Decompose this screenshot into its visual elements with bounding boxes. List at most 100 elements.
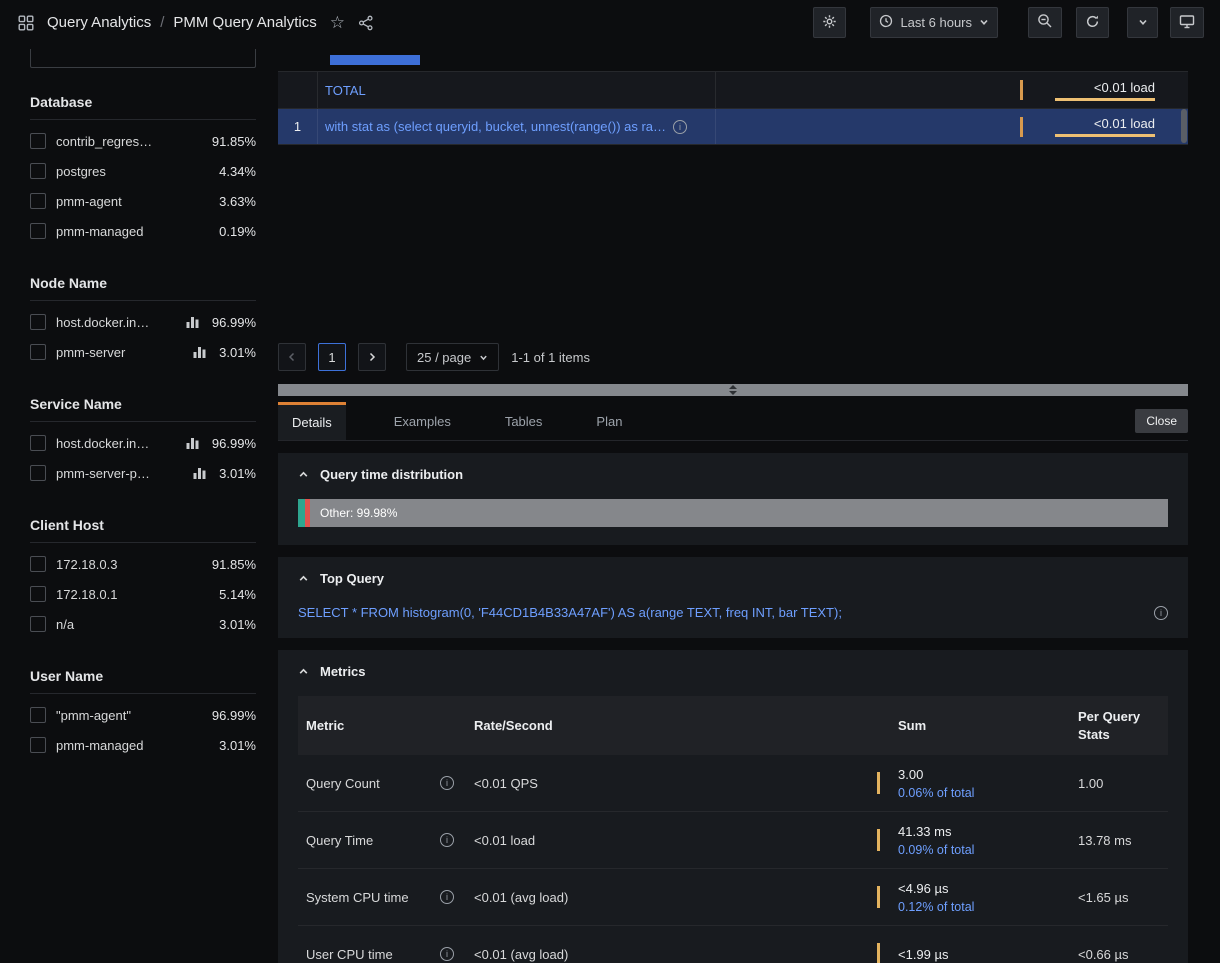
share-icon[interactable]	[358, 15, 374, 31]
table-row-selected[interactable]: 1 with stat as (select queryid, bucket, …	[278, 109, 1188, 145]
bar-chart-icon[interactable]	[186, 316, 199, 328]
pane-resize-splitter[interactable]	[278, 384, 1188, 396]
info-icon[interactable]: i	[440, 890, 454, 904]
total-label[interactable]: TOTAL	[325, 83, 366, 98]
filter-item[interactable]: host.docker.in… 96.99%	[30, 307, 256, 337]
filter-item-label: host.docker.in…	[56, 315, 176, 330]
time-range-picker[interactable]: Last 6 hours	[870, 7, 998, 38]
zoom-out-button[interactable]	[1028, 7, 1062, 38]
checkbox[interactable]	[30, 193, 46, 209]
bar-chart-icon[interactable]	[186, 437, 199, 449]
pagination-summary: 1-1 of 1 items	[511, 350, 590, 365]
filter-item[interactable]: "pmm-agent" 96.99%	[30, 700, 256, 730]
filter-item-percent: 91.85%	[212, 557, 256, 572]
load-meter-bar	[1055, 134, 1155, 137]
collapse-chevron-icon[interactable]	[298, 469, 309, 480]
filter-item[interactable]: pmm-managed 3.01%	[30, 730, 256, 760]
chevron-down-icon	[979, 15, 989, 30]
metrics-table-header: Metric Rate/Second Sum Per Query Stats	[298, 696, 1168, 755]
filter-search-input[interactable]	[30, 49, 256, 68]
filter-item[interactable]: contrib_regres… 91.85%	[30, 126, 256, 156]
load-meter-bar	[1055, 98, 1155, 101]
dashboard-settings-button[interactable]	[813, 7, 846, 38]
query-text[interactable]: with stat as (select queryid, bucket, un…	[325, 119, 666, 134]
filter-item-percent: 3.01%	[219, 617, 256, 632]
tab-plan[interactable]: Plan	[584, 402, 634, 440]
refresh-interval-dropdown[interactable]	[1127, 7, 1158, 38]
column-header-rate: Rate/Second	[466, 696, 890, 755]
filter-item[interactable]: pmm-server 3.01%	[30, 337, 256, 367]
load-cell: <0.01 load	[1020, 72, 1188, 108]
filter-item-label: 172.18.0.3	[56, 557, 202, 572]
breadcrumb-parent[interactable]: Query Analytics	[47, 14, 151, 31]
filter-item[interactable]: pmm-managed 0.19%	[30, 216, 256, 246]
next-page-button[interactable]	[358, 343, 386, 371]
load-cell: <0.01 load	[1020, 109, 1188, 144]
checkbox[interactable]	[30, 133, 46, 149]
filter-item-percent: 96.99%	[212, 708, 256, 723]
top-query-sql: SELECT * FROM histogram(0, 'F44CD1B4B33A…	[298, 605, 842, 620]
filter-item[interactable]: 172.18.0.1 5.14%	[30, 579, 256, 609]
top-query-panel: Top Query SELECT * FROM histogram(0, 'F4…	[278, 557, 1188, 638]
query-cell[interactable]: with stat as (select queryid, bucket, un…	[318, 109, 716, 144]
info-icon[interactable]: i	[1154, 606, 1168, 620]
checkbox[interactable]	[30, 556, 46, 572]
collapse-chevron-icon[interactable]	[298, 573, 309, 584]
checkbox[interactable]	[30, 616, 46, 632]
filter-item[interactable]: host.docker.in… 96.99%	[30, 428, 256, 458]
checkbox[interactable]	[30, 586, 46, 602]
query-cell[interactable]: TOTAL	[318, 72, 716, 108]
kiosk-mode-button[interactable]	[1170, 7, 1204, 38]
filter-item[interactable]: pmm-server-p… 3.01%	[30, 458, 256, 488]
tab-details[interactable]: Details	[278, 402, 346, 440]
checkbox[interactable]	[30, 314, 46, 330]
filter-group-title: User Name	[30, 668, 256, 694]
checkbox[interactable]	[30, 344, 46, 360]
metric-name: Query Count	[306, 776, 380, 791]
table-row: System CPU time i <0.01 (avg load) <4.96…	[298, 869, 1168, 926]
info-icon[interactable]: i	[440, 776, 454, 790]
distribution-segment-other: Other: 99.98%	[310, 499, 1168, 527]
bar-chart-icon[interactable]	[193, 346, 206, 358]
page-size-select[interactable]: 25 / page	[406, 343, 499, 371]
star-icon[interactable]: ☆	[330, 14, 345, 31]
collapse-chevron-icon[interactable]	[298, 666, 309, 677]
apps-grid-icon[interactable]	[18, 15, 34, 31]
splitter-handle-icon[interactable]	[729, 385, 737, 395]
column-header-per-query-stats: Per Query Stats	[1070, 696, 1168, 755]
close-button[interactable]: Close	[1135, 409, 1188, 433]
filter-item-percent: 91.85%	[212, 134, 256, 149]
previous-page-button[interactable]	[278, 343, 306, 371]
query-time-distribution-panel: Query time distribution Other: 99.98%	[278, 453, 1188, 545]
filter-item[interactable]: n/a 3.01%	[30, 609, 256, 639]
table-row: Query Time i <0.01 load 41.33 ms 0.09% o…	[298, 812, 1168, 869]
table-row-total[interactable]: TOTAL <0.01 load	[278, 72, 1188, 109]
filter-item[interactable]: 172.18.0.3 91.85%	[30, 549, 256, 579]
page-number-button[interactable]: 1	[318, 343, 346, 371]
bar-chart-icon[interactable]	[193, 467, 206, 479]
filter-item[interactable]: pmm-agent 3.63%	[30, 186, 256, 216]
tab-examples[interactable]: Examples	[382, 402, 463, 440]
metric-sum-percent[interactable]: 0.06% of total	[898, 786, 1060, 800]
checkbox[interactable]	[30, 707, 46, 723]
info-icon[interactable]: i	[440, 833, 454, 847]
metric-sum-percent[interactable]: 0.09% of total	[898, 843, 1060, 857]
load-sparkline-bar	[1020, 80, 1023, 100]
info-icon[interactable]: i	[673, 120, 687, 134]
tab-tables[interactable]: Tables	[493, 402, 555, 440]
checkbox[interactable]	[30, 465, 46, 481]
checkbox[interactable]	[30, 737, 46, 753]
breadcrumb-current[interactable]: PMM Query Analytics	[173, 14, 316, 31]
refresh-button[interactable]	[1076, 7, 1109, 38]
distribution-segment-teal	[298, 499, 305, 527]
metric-rate: <0.01 load	[474, 833, 880, 848]
filter-group-title: Service Name	[30, 396, 256, 422]
metric-name: Query Time	[306, 833, 373, 848]
checkbox[interactable]	[30, 163, 46, 179]
checkbox[interactable]	[30, 223, 46, 239]
checkbox[interactable]	[30, 435, 46, 451]
table-scrollbar-thumb[interactable]	[1181, 109, 1187, 143]
info-icon[interactable]: i	[440, 947, 454, 961]
filter-item[interactable]: postgres 4.34%	[30, 156, 256, 186]
metric-sum-percent[interactable]: 0.12% of total	[898, 900, 1060, 914]
